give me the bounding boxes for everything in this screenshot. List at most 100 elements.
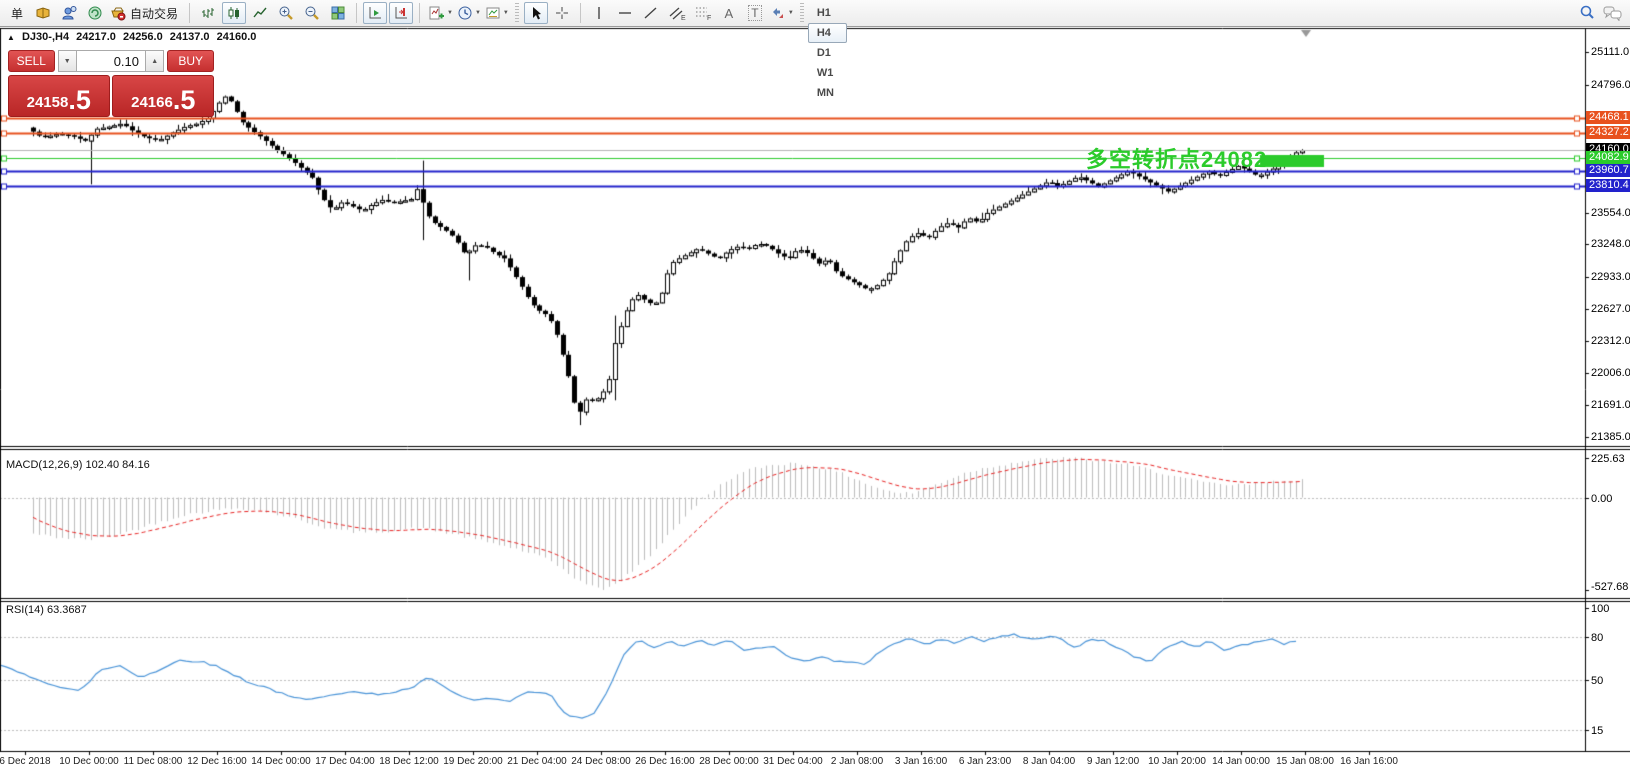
autotrading-button[interactable]: 自动交易 <box>109 2 183 24</box>
text-tool-glyph: A <box>725 6 734 21</box>
time-axis-label: 6 Jan 23:00 <box>959 756 1011 767</box>
spin-up-icon: ▲ <box>151 58 158 65</box>
line-chart-button[interactable] <box>248 2 272 24</box>
timeframe-mn[interactable]: MN <box>808 83 847 103</box>
search-icon[interactable] <box>1575 2 1599 24</box>
equidistant-channel-button[interactable]: E <box>665 2 689 24</box>
ohlc-low: 24137.0 <box>170 31 210 43</box>
toolbar-grip[interactable] <box>800 3 804 23</box>
time-axis-label: 11 Dec 08:00 <box>124 756 183 767</box>
price-line-label: 24468.1 <box>1586 111 1630 124</box>
market-watch-icon[interactable] <box>31 2 55 24</box>
price-tick-label: 22627.0 <box>1591 303 1630 315</box>
bar-chart-button[interactable] <box>196 2 220 24</box>
templates-button[interactable]: ▼ <box>484 2 510 24</box>
buy-button[interactable]: BUY <box>167 50 214 72</box>
price-tick-label: 21691.0 <box>1591 399 1630 411</box>
time-axis-label: 24 Dec 08:00 <box>571 756 631 767</box>
price-tick-label: 23554.0 <box>1591 207 1630 219</box>
time-axis-label: 14 Dec 00:00 <box>251 756 311 767</box>
time-axis-label: 21 Dec 04:00 <box>507 756 567 767</box>
time-axis-label: 10 Jan 20:00 <box>1148 756 1206 767</box>
time-axis-label: 9 Jan 12:00 <box>1087 756 1139 767</box>
symbol-period: DJ30-,H4 <box>22 31 69 43</box>
volume-increase-button[interactable]: ▲ <box>145 50 164 72</box>
sell-price-large: .5 <box>68 87 91 113</box>
buy-price-large: .5 <box>173 87 196 113</box>
text-tool-button[interactable]: A <box>717 2 741 24</box>
chart-canvas[interactable] <box>0 0 1630 773</box>
toolbar-separator <box>580 3 581 23</box>
time-axis-label: 17 Dec 04:00 <box>315 756 375 767</box>
price-line-label: 24082.9 <box>1586 151 1630 164</box>
cursor-button[interactable] <box>524 2 548 24</box>
trendline-button[interactable] <box>639 2 663 24</box>
macd-axis-label: 0.00 <box>1591 493 1612 505</box>
time-axis-label: 6 Dec 2018 <box>0 756 51 767</box>
signals-icon[interactable] <box>83 2 107 24</box>
time-axis-label: 8 Jan 04:00 <box>1023 756 1075 767</box>
sell-button[interactable]: SELL <box>8 50 55 72</box>
time-axis-label: 26 Dec 16:00 <box>635 756 695 767</box>
price-line-label: 24327.2 <box>1586 126 1630 139</box>
price-tick-label: 21385.0 <box>1591 431 1630 443</box>
toolbar-separator <box>189 3 190 23</box>
time-axis-label: 18 Dec 12:00 <box>379 756 439 767</box>
one-click-trading-panel: SELL ▼ ▲ BUY 24158.5 24166.5 <box>8 50 214 117</box>
svg-text:E: E <box>681 15 686 21</box>
chart-title: ▲ DJ30-,H4 24217.0 24256.0 24137.0 24160… <box>7 31 260 43</box>
timeframe-d1[interactable]: D1 <box>808 43 847 63</box>
expand-icon[interactable]: ▲ <box>7 33 15 42</box>
volume-input[interactable] <box>77 50 145 72</box>
price-tick-label: 25111.0 <box>1591 46 1629 58</box>
new-order-button[interactable]: 单 <box>5 2 29 24</box>
ohlc-close: 24160.0 <box>217 31 257 43</box>
chart-shift-button[interactable] <box>389 2 413 24</box>
time-axis-label: 2 Jan 08:00 <box>831 756 883 767</box>
timeframe-h1[interactable]: H1 <box>808 3 847 23</box>
svg-text:F: F <box>707 15 711 21</box>
toolbar-separator <box>419 3 420 23</box>
chat-icon[interactable] <box>1601 2 1625 24</box>
zoom-out-button[interactable] <box>300 2 324 24</box>
toolbar-grip[interactable] <box>515 3 519 23</box>
sell-price-button[interactable]: 24158.5 <box>8 75 110 117</box>
vertical-line-button[interactable] <box>587 2 611 24</box>
timeframe-w1[interactable]: W1 <box>808 63 847 83</box>
price-tick-label: 24796.0 <box>1591 79 1630 91</box>
timeframe-h4[interactable]: H4 <box>808 23 847 43</box>
time-axis-label: 10 Dec 00:00 <box>59 756 119 767</box>
auto-scroll-button[interactable] <box>363 2 387 24</box>
price-tick-label: 23248.0 <box>1591 238 1630 250</box>
spin-down-icon: ▼ <box>64 58 71 65</box>
ohlc-high: 24256.0 <box>123 31 163 43</box>
horizontal-line-button[interactable] <box>613 2 637 24</box>
zoom-in-button[interactable] <box>274 2 298 24</box>
community-icon[interactable] <box>57 2 81 24</box>
price-line-label: 23810.4 <box>1586 179 1630 192</box>
buy-price-button[interactable]: 24166.5 <box>112 75 214 117</box>
chart-annotation-text[interactable]: 多空转折点24082 <box>1086 142 1267 174</box>
time-axis-label: 3 Jan 16:00 <box>895 756 947 767</box>
crosshair-button[interactable] <box>550 2 574 24</box>
macd-axis-label: 225.63 <box>1591 453 1625 465</box>
timeframe-group: M1M5M15M30H1H4D1W1MN <box>808 0 847 103</box>
arrows-tool-button[interactable]: ▼ <box>769 2 795 24</box>
volume-decrease-button[interactable]: ▼ <box>58 50 77 72</box>
price-line-label: 23960.7 <box>1586 164 1630 177</box>
toolbar: 单 自动交易 <box>0 0 1630 27</box>
rsi-axis-label: 80 <box>1591 632 1603 644</box>
tile-windows-button[interactable] <box>326 2 350 24</box>
periods-button[interactable]: ▼ <box>456 2 482 24</box>
macd-axis-label: -527.68 <box>1591 581 1628 593</box>
time-axis-label: 15 Jan 08:00 <box>1276 756 1334 767</box>
label-tool-button[interactable]: T <box>743 2 767 24</box>
chevron-down-icon: ▼ <box>447 10 453 16</box>
candlestick-chart-button[interactable] <box>222 2 246 24</box>
rsi-indicator-label: RSI(14) 63.3687 <box>6 604 87 616</box>
indicators-button[interactable]: ▼ <box>426 2 454 24</box>
fibonacci-button[interactable]: F <box>691 2 715 24</box>
ohlc-open: 24217.0 <box>76 31 116 43</box>
sell-price-small: 24158 <box>27 93 69 113</box>
buy-label: BUY <box>178 54 203 68</box>
